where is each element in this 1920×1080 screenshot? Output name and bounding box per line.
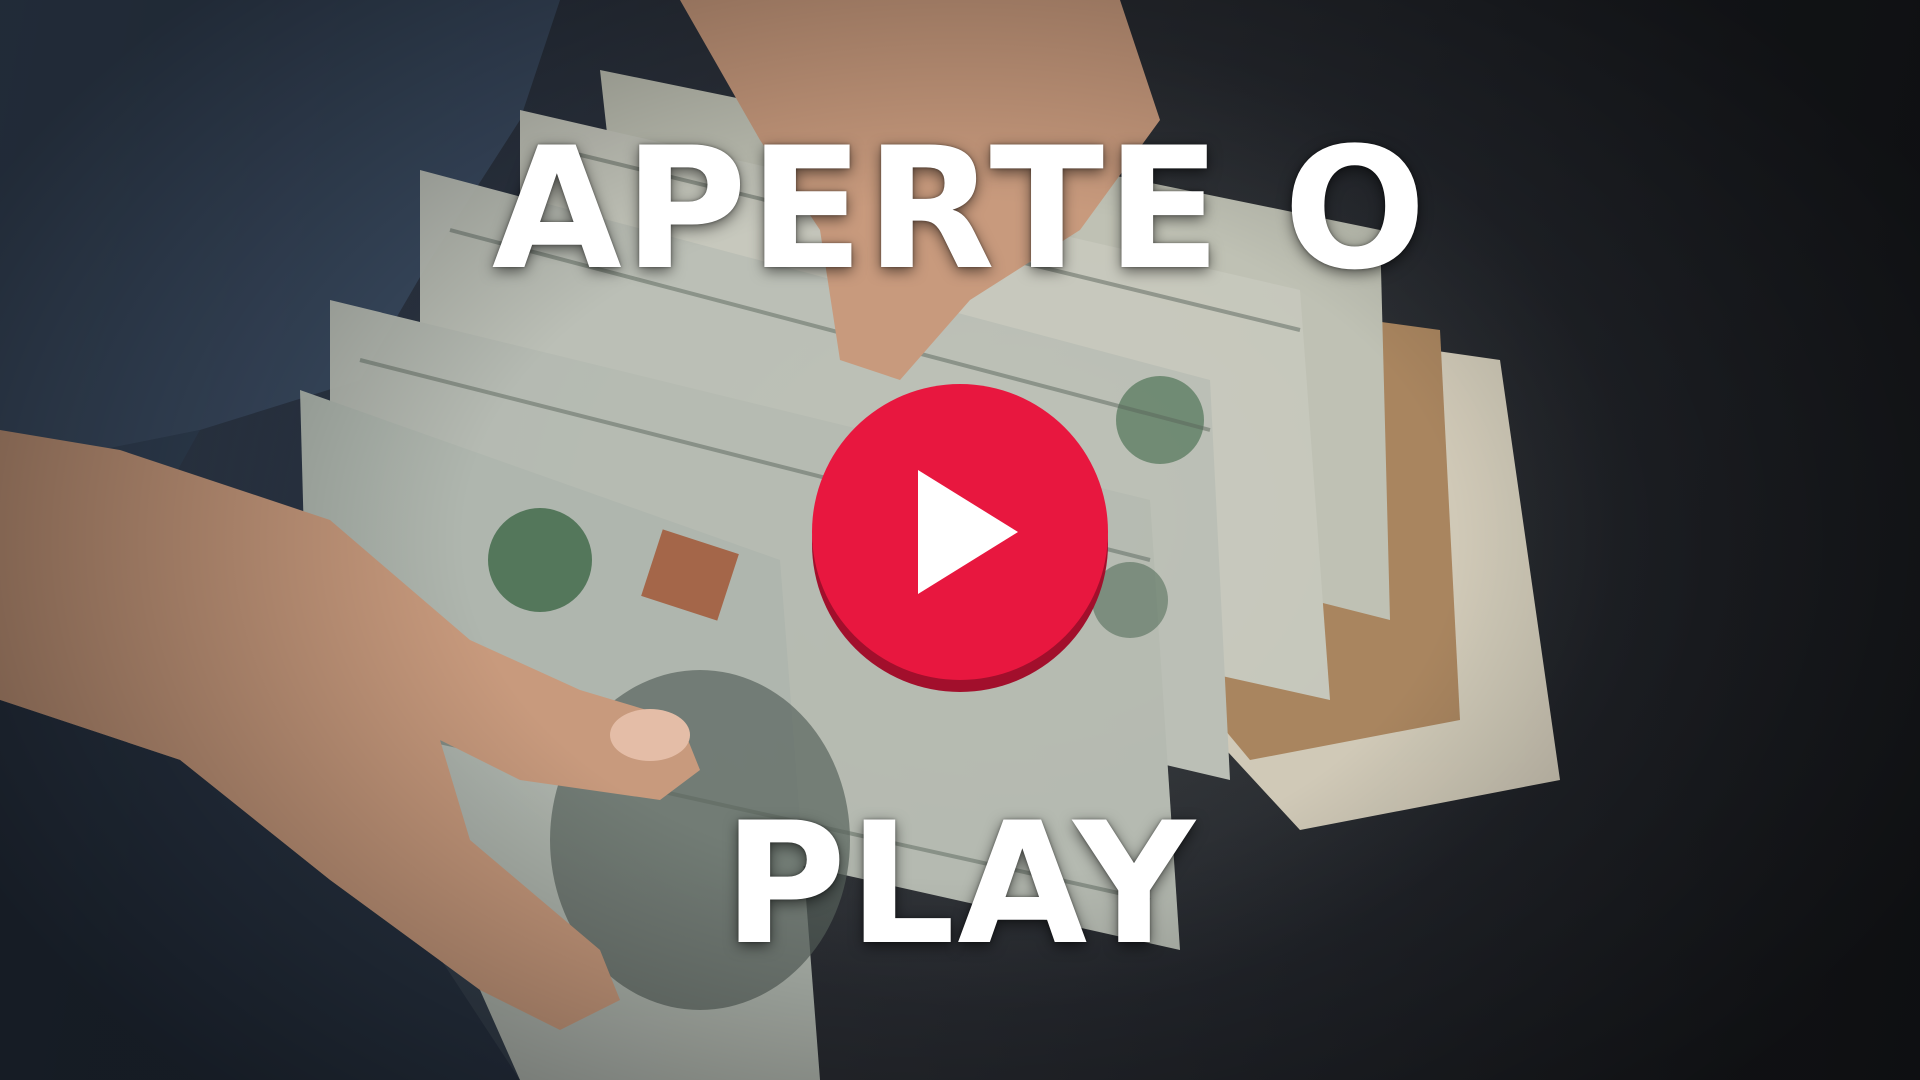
play-icon xyxy=(812,384,1108,692)
bill-seal xyxy=(488,508,592,612)
video-thumbnail[interactable]: APERTE O PLAY xyxy=(0,0,1920,1080)
thumbnail-nail xyxy=(610,709,690,761)
play-button[interactable] xyxy=(810,382,1110,694)
headline-bottom: PLAY xyxy=(723,786,1197,982)
bill-seal xyxy=(1116,376,1204,464)
headline-top: APERTE O xyxy=(491,111,1429,307)
